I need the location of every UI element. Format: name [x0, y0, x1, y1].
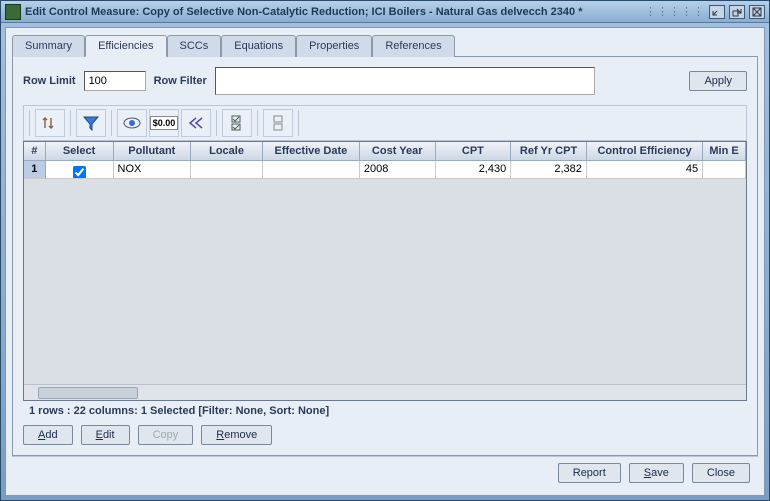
- titlebar-grip: ⋮⋮⋮⋮⋮: [645, 5, 705, 18]
- table-toolbar: $0.00: [23, 105, 747, 141]
- tab-bar: Summary Efficiencies SCCs Equations Prop…: [12, 34, 758, 56]
- close-dialog-button[interactable]: Close: [692, 463, 750, 483]
- filter-row: Row Limit Row Filter Apply: [23, 67, 747, 95]
- reset-button[interactable]: [181, 109, 211, 137]
- tab-summary[interactable]: Summary: [12, 35, 85, 57]
- col-select[interactable]: Select: [46, 142, 114, 161]
- sort-columns-button[interactable]: [35, 109, 65, 137]
- row-cpt[interactable]: 2,430: [436, 161, 512, 179]
- add-button[interactable]: Add: [23, 425, 73, 445]
- row-min-e[interactable]: [703, 161, 746, 179]
- horizontal-scrollbar[interactable]: [24, 384, 746, 400]
- row-filter-input[interactable]: [215, 67, 595, 95]
- row-select-checkbox[interactable]: [73, 166, 86, 179]
- col-rownum[interactable]: #: [24, 142, 46, 161]
- save-button[interactable]: Save: [629, 463, 684, 483]
- col-min-e[interactable]: Min E: [703, 142, 746, 161]
- format-button[interactable]: $0.00: [149, 109, 179, 137]
- table-wrap: # Select Pollutant Locale Effective Date…: [23, 141, 747, 401]
- dialog-buttons: Report Save Close: [12, 456, 758, 489]
- col-cost-year[interactable]: Cost Year: [360, 142, 436, 161]
- minimize-internal-button[interactable]: [709, 5, 725, 19]
- filter-button[interactable]: [76, 109, 106, 137]
- table-row[interactable]: 1 NOX 2008 2,430 2,382 45: [24, 161, 746, 179]
- maximize-internal-button[interactable]: [729, 5, 745, 19]
- row-filter-label: Row Filter: [154, 75, 207, 87]
- data-grid[interactable]: # Select Pollutant Locale Effective Date…: [24, 142, 746, 384]
- status-text: 1 rows : 22 columns: 1 Selected [Filter:…: [23, 401, 747, 421]
- row-limit-input[interactable]: [84, 71, 146, 91]
- grid-body[interactable]: 1 NOX 2008 2,430 2,382 45: [24, 161, 746, 384]
- select-all-button[interactable]: [222, 109, 252, 137]
- window: Edit Control Measure: Copy of Selective …: [0, 0, 770, 501]
- tab-sccs[interactable]: SCCs: [167, 35, 222, 57]
- app-icon: [5, 4, 21, 20]
- row-cost-year[interactable]: 2008: [360, 161, 436, 179]
- row-limit-label: Row Limit: [23, 75, 76, 87]
- apply-button[interactable]: Apply: [689, 71, 747, 91]
- col-control-efficiency[interactable]: Control Efficiency: [587, 142, 703, 161]
- row-actions: Add Edit Copy Remove: [23, 421, 747, 445]
- row-effective-date[interactable]: [263, 161, 360, 179]
- copy-button: Copy: [138, 425, 194, 445]
- row-pollutant[interactable]: NOX: [114, 161, 192, 179]
- grid-header: # Select Pollutant Locale Effective Date…: [24, 142, 746, 161]
- col-effective-date[interactable]: Effective Date: [263, 142, 360, 161]
- row-select[interactable]: [46, 161, 114, 179]
- show-hide-button[interactable]: [117, 109, 147, 137]
- window-title: Edit Control Measure: Copy of Selective …: [25, 6, 641, 18]
- scrollbar-thumb[interactable]: [38, 387, 138, 399]
- clear-selection-button[interactable]: [263, 109, 293, 137]
- col-locale[interactable]: Locale: [191, 142, 263, 161]
- remove-button[interactable]: Remove: [201, 425, 272, 445]
- titlebar[interactable]: Edit Control Measure: Copy of Selective …: [1, 1, 769, 23]
- col-ref-yr-cpt[interactable]: Ref Yr CPT: [511, 142, 587, 161]
- tab-efficiencies[interactable]: Efficiencies: [85, 35, 166, 57]
- edit-button[interactable]: Edit: [81, 425, 130, 445]
- col-pollutant[interactable]: Pollutant: [114, 142, 192, 161]
- content-area: Summary Efficiencies SCCs Equations Prop…: [5, 27, 765, 496]
- tab-equations[interactable]: Equations: [221, 35, 296, 57]
- row-control-efficiency[interactable]: 45: [587, 161, 703, 179]
- row-number[interactable]: 1: [24, 161, 46, 179]
- report-button[interactable]: Report: [558, 463, 621, 483]
- close-button[interactable]: [749, 5, 765, 19]
- row-locale[interactable]: [191, 161, 263, 179]
- row-ref-yr-cpt[interactable]: 2,382: [511, 161, 587, 179]
- tab-panel-efficiencies: Row Limit Row Filter Apply $0.00: [12, 56, 758, 456]
- tab-references[interactable]: References: [372, 35, 454, 57]
- tab-properties[interactable]: Properties: [296, 35, 372, 57]
- col-cpt[interactable]: CPT: [436, 142, 512, 161]
